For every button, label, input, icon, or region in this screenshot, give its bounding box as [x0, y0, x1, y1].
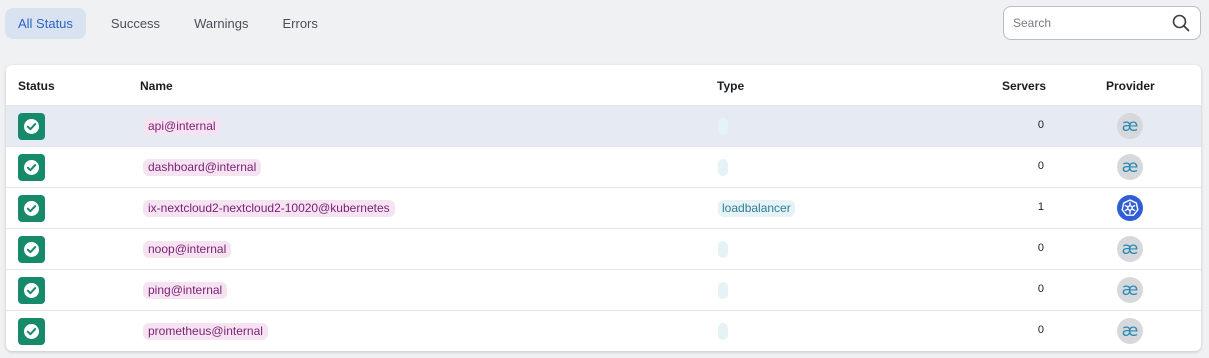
tab-success[interactable]: Success	[98, 8, 173, 39]
svg-text:æ: æ	[1122, 157, 1139, 177]
status-success-icon	[18, 113, 45, 140]
service-type	[718, 159, 728, 176]
service-type: loadbalancer	[718, 200, 795, 217]
internal-provider-icon: æ	[1117, 236, 1143, 262]
status-success-icon	[18, 195, 45, 222]
internal-provider-icon: æ	[1117, 154, 1143, 180]
tab-errors[interactable]: Errors	[270, 8, 331, 39]
table-row[interactable]: ix-nextcloud2-nextcloud2-10020@kubernete…	[6, 187, 1201, 228]
kubernetes-provider-icon	[1117, 195, 1143, 221]
table-row[interactable]: api@internal 0 æ	[6, 105, 1201, 146]
svg-text:æ: æ	[1122, 239, 1139, 259]
table-row[interactable]: ping@internal 0 æ	[6, 269, 1201, 310]
table-row[interactable]: noop@internal 0 æ	[6, 228, 1201, 269]
svg-text:æ: æ	[1122, 280, 1139, 300]
server-count: 0	[1037, 119, 1044, 131]
status-success-icon	[18, 277, 45, 304]
search-box	[1003, 6, 1201, 40]
service-type	[718, 323, 728, 340]
table-header: Status Name Type Servers Provider	[6, 65, 1201, 105]
server-count: 0	[1037, 283, 1044, 295]
header-servers[interactable]: Servers	[1002, 79, 1046, 93]
header-provider[interactable]: Provider	[1106, 79, 1155, 93]
internal-provider-icon: æ	[1117, 277, 1143, 303]
service-name: ix-nextcloud2-nextcloud2-10020@kubernete…	[143, 200, 395, 217]
status-success-icon	[18, 154, 45, 181]
table-row[interactable]: prometheus@internal 0 æ	[6, 310, 1201, 351]
server-count: 0	[1037, 324, 1044, 336]
header-status[interactable]: Status	[18, 79, 55, 93]
header-name[interactable]: Name	[140, 79, 173, 93]
service-name: noop@internal	[143, 241, 232, 258]
search-input[interactable]	[1013, 7, 1163, 39]
svg-text:æ: æ	[1122, 321, 1139, 341]
service-type	[718, 118, 728, 135]
server-count: 1	[1037, 201, 1044, 213]
service-name: api@internal	[143, 118, 221, 135]
service-type	[718, 241, 728, 258]
services-table: Status Name Type Servers Provider api@in…	[6, 65, 1201, 351]
server-count: 0	[1037, 160, 1044, 172]
svg-text:æ: æ	[1122, 116, 1139, 136]
search-icon[interactable]	[1172, 14, 1190, 32]
tab-all-status[interactable]: All Status	[5, 8, 86, 39]
server-count: 0	[1037, 242, 1044, 254]
status-tabs: All Status Success Warnings Errors	[5, 8, 331, 39]
service-name: prometheus@internal	[143, 323, 268, 340]
service-type	[718, 282, 728, 299]
service-name: dashboard@internal	[143, 159, 262, 176]
status-filter-bar: All Status Success Warnings Errors	[0, 0, 1209, 50]
header-type[interactable]: Type	[717, 79, 744, 93]
status-success-icon	[18, 318, 45, 345]
tab-warnings[interactable]: Warnings	[181, 8, 261, 39]
table-row[interactable]: dashboard@internal 0 æ	[6, 146, 1201, 187]
internal-provider-icon: æ	[1117, 318, 1143, 344]
service-name: ping@internal	[143, 282, 228, 299]
internal-provider-icon: æ	[1117, 113, 1143, 139]
status-success-icon	[18, 236, 45, 263]
